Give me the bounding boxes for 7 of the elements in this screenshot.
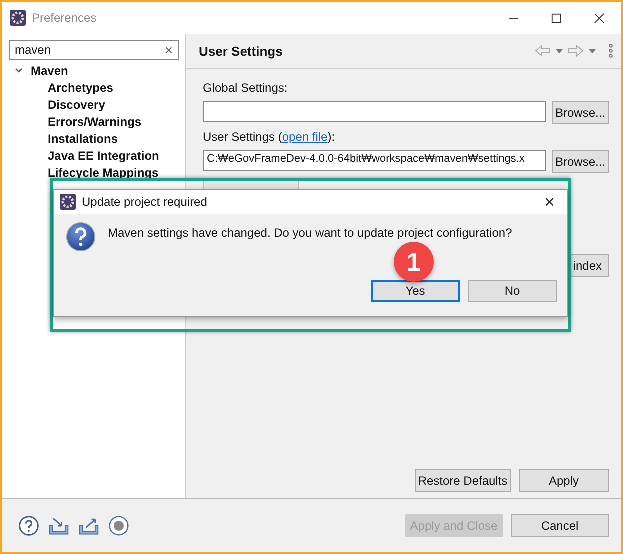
window-title: Preferences: [32, 11, 97, 25]
page-title: User Settings: [199, 44, 283, 58]
field-label: ):: [328, 129, 336, 146]
field-label: Global Settings:: [203, 80, 289, 97]
dialog-message: Maven settings have changed. Do you want to update project configuration?: [108, 226, 512, 240]
field-label: User Settings (: [203, 129, 282, 146]
dialog-title: Update project required: [82, 195, 208, 209]
